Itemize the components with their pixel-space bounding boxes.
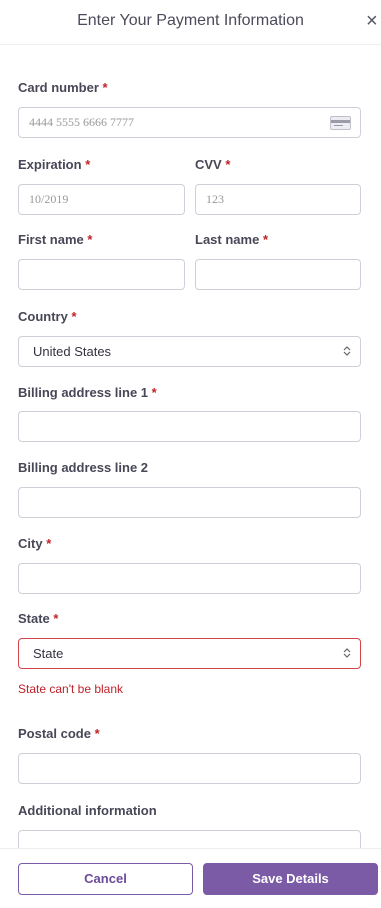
billing-address-1-input[interactable] [18, 411, 361, 442]
first-name-input[interactable] [18, 259, 185, 290]
state-value: State [33, 646, 64, 661]
first-name-label: First name * [18, 232, 93, 247]
required-mark: * [262, 232, 268, 247]
expiration-label: Expiration * [18, 157, 91, 172]
required-mark: * [87, 232, 93, 247]
required-mark: * [53, 611, 59, 626]
country-label: Country * [18, 309, 77, 324]
card-number-label: Card number * [18, 80, 108, 95]
expiration-input[interactable]: 10/2019 [18, 184, 185, 215]
billing-address-2-input[interactable] [18, 487, 361, 518]
save-details-button[interactable]: Save Details [203, 863, 378, 895]
state-label: State * [18, 611, 59, 626]
billing-address-2-label: Billing address line 2 [18, 460, 149, 475]
required-mark: * [85, 157, 91, 172]
state-select[interactable]: State [18, 638, 361, 669]
cvv-label: CVV * [195, 157, 231, 172]
chevron-up-down-icon [343, 346, 351, 356]
required-mark: * [102, 80, 108, 95]
card-number-input[interactable]: 4444 5555 6666 7777 [18, 107, 361, 138]
card-number-placeholder: 4444 5555 6666 7777 [29, 115, 134, 129]
required-mark: * [46, 536, 52, 551]
close-icon[interactable]: × [366, 10, 378, 32]
cvv-input[interactable]: 123 [195, 184, 361, 215]
modal-title: Enter Your Payment Information [77, 12, 304, 29]
city-label: City * [18, 536, 52, 551]
city-input[interactable] [18, 563, 361, 594]
cvv-placeholder: 123 [206, 192, 224, 206]
required-mark: * [94, 726, 100, 741]
country-value: United States [33, 344, 112, 359]
required-mark: * [225, 157, 231, 172]
postal-code-input[interactable] [18, 753, 361, 784]
billing-address-1-label: Billing address line 1 * [18, 385, 157, 400]
modal-footer: Cancel Save Details [0, 848, 381, 908]
postal-code-label: Postal code * [18, 726, 100, 741]
cancel-button[interactable]: Cancel [18, 863, 193, 895]
last-name-input[interactable] [195, 259, 361, 290]
last-name-label: Last name * [195, 232, 268, 247]
chevron-up-down-icon [343, 648, 351, 658]
additional-info-label: Additional information [18, 803, 157, 818]
required-mark: * [71, 309, 77, 324]
required-mark: * [151, 385, 157, 400]
country-select[interactable]: United States [18, 336, 361, 367]
modal-header: Enter Your Payment Information × [0, 0, 381, 45]
state-error-message: State can't be blank [18, 682, 124, 696]
credit-card-icon [330, 116, 351, 130]
expiration-placeholder: 10/2019 [29, 192, 69, 206]
